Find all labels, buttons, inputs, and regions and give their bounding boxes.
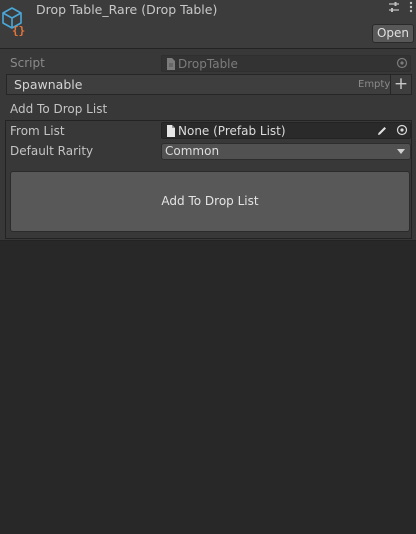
from-list-value: None (Prefab List) — [178, 124, 286, 138]
default-rarity-value: Common — [165, 144, 220, 158]
from-list-field[interactable]: None (Prefab List) — [161, 122, 411, 139]
panel-bottom-divider — [0, 240, 416, 241]
inspector-header: {} Drop Table_Rare (Drop Table) Open — [0, 0, 416, 48]
spawnable-label: Spawnable — [14, 77, 83, 92]
file-icon — [167, 125, 175, 137]
pencil-icon[interactable] — [376, 125, 388, 137]
default-rarity-label: Default Rarity — [10, 144, 94, 158]
section-title: Add To Drop List — [10, 102, 108, 116]
script-file-icon — [167, 58, 175, 70]
object-picker-icon — [396, 57, 408, 69]
chevron-down-icon — [397, 149, 405, 154]
more-options-icon[interactable] — [404, 1, 416, 15]
inspector-title: Drop Table_Rare (Drop Table) — [36, 2, 218, 17]
script-asset-icon: {} — [2, 7, 25, 36]
script-label: Script — [10, 56, 45, 70]
from-list-label: From List — [10, 124, 65, 138]
svg-text:{}: {} — [12, 24, 25, 36]
add-spawnable-button[interactable]: + — [390, 75, 411, 94]
open-button[interactable]: Open — [372, 24, 414, 43]
spawnable-list[interactable]: Spawnable Empty + — [6, 74, 412, 95]
settings-sliders-icon[interactable] — [387, 1, 401, 15]
default-rarity-dropdown[interactable]: Common — [161, 143, 411, 160]
spawnable-status: Empty — [358, 79, 391, 90]
script-value: DropTable — [178, 57, 238, 71]
script-field: DropTable — [161, 55, 411, 72]
add-to-drop-list-button[interactable]: Add To Drop List — [10, 171, 410, 232]
object-picker-icon[interactable] — [396, 124, 408, 136]
